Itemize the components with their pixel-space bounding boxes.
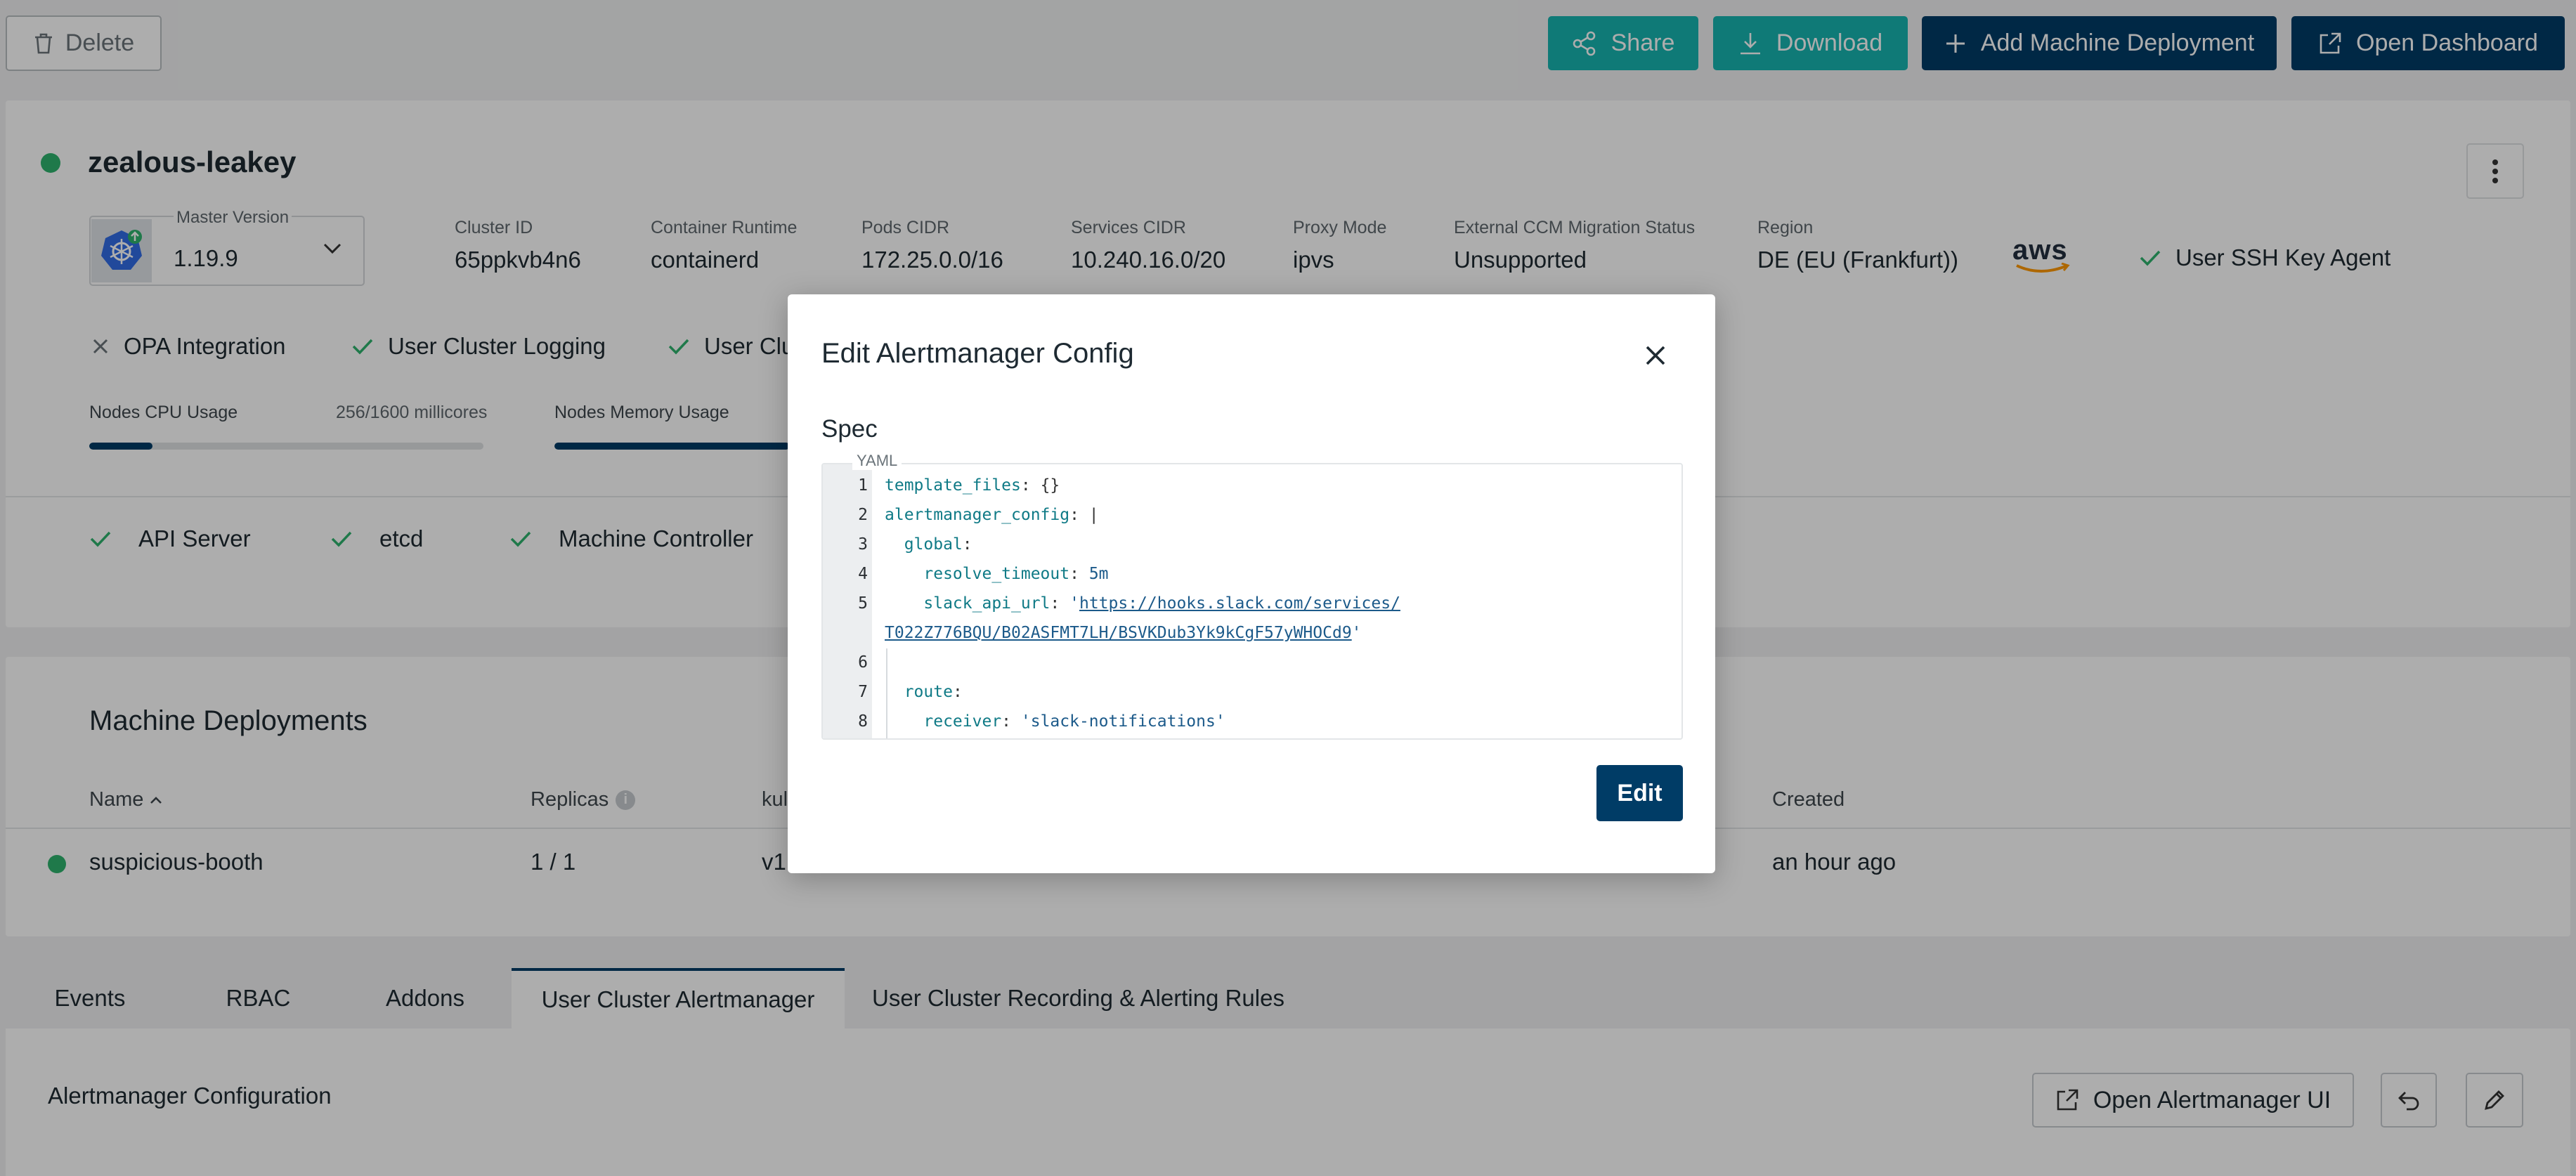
- slack-url-link[interactable]: T022Z776BQU/B02ASFMT7LH/BSVKDub3Yk9kCgF5…: [885, 624, 1352, 642]
- dialog-title: Edit Alertmanager Config: [821, 338, 1134, 369]
- editor-gutter: 1 2 3 4 5 6 7 8: [823, 464, 872, 738]
- code-line-5-wrap: T022Z776BQU/B02ASFMT7LH/BSVKDub3Yk9kCgF5…: [885, 624, 1362, 642]
- line-number: 2: [858, 506, 868, 524]
- close-icon: [1646, 346, 1665, 365]
- editor-language-label: YAML: [852, 452, 902, 470]
- code-line-1: template_files: {}: [885, 476, 1060, 495]
- line-number: 6: [858, 653, 868, 672]
- code-line-5: slack_api_url: 'https://hooks.slack.com/…: [923, 594, 1400, 613]
- spec-label: Spec: [821, 415, 878, 443]
- yaml-code-editor[interactable]: 1 2 3 4 5 6 7 8 template_files: {} alert…: [821, 463, 1683, 740]
- line-number: 7: [858, 683, 868, 701]
- code-line-8: receiver: 'slack-notifications': [923, 712, 1225, 731]
- line-number: 1: [858, 476, 868, 495]
- edit-label: Edit: [1617, 779, 1663, 806]
- line-number: 5: [858, 594, 868, 613]
- close-button[interactable]: [1638, 338, 1673, 373]
- edit-button[interactable]: Edit: [1596, 765, 1683, 821]
- line-number: 3: [858, 535, 868, 554]
- line-number: 4: [858, 565, 868, 583]
- code-line-7: route:: [904, 683, 963, 701]
- code-line-2: alertmanager_config: |: [885, 506, 1099, 524]
- edit-alertmanager-config-dialog: Edit Alertmanager Config Spec 1 2 3 4 5 …: [788, 294, 1715, 873]
- slack-url-link[interactable]: https://hooks.slack.com/services/: [1079, 594, 1400, 613]
- line-number: 8: [858, 712, 868, 731]
- code-line-4: resolve_timeout: 5m: [923, 565, 1109, 583]
- code-line-3: global:: [904, 535, 972, 554]
